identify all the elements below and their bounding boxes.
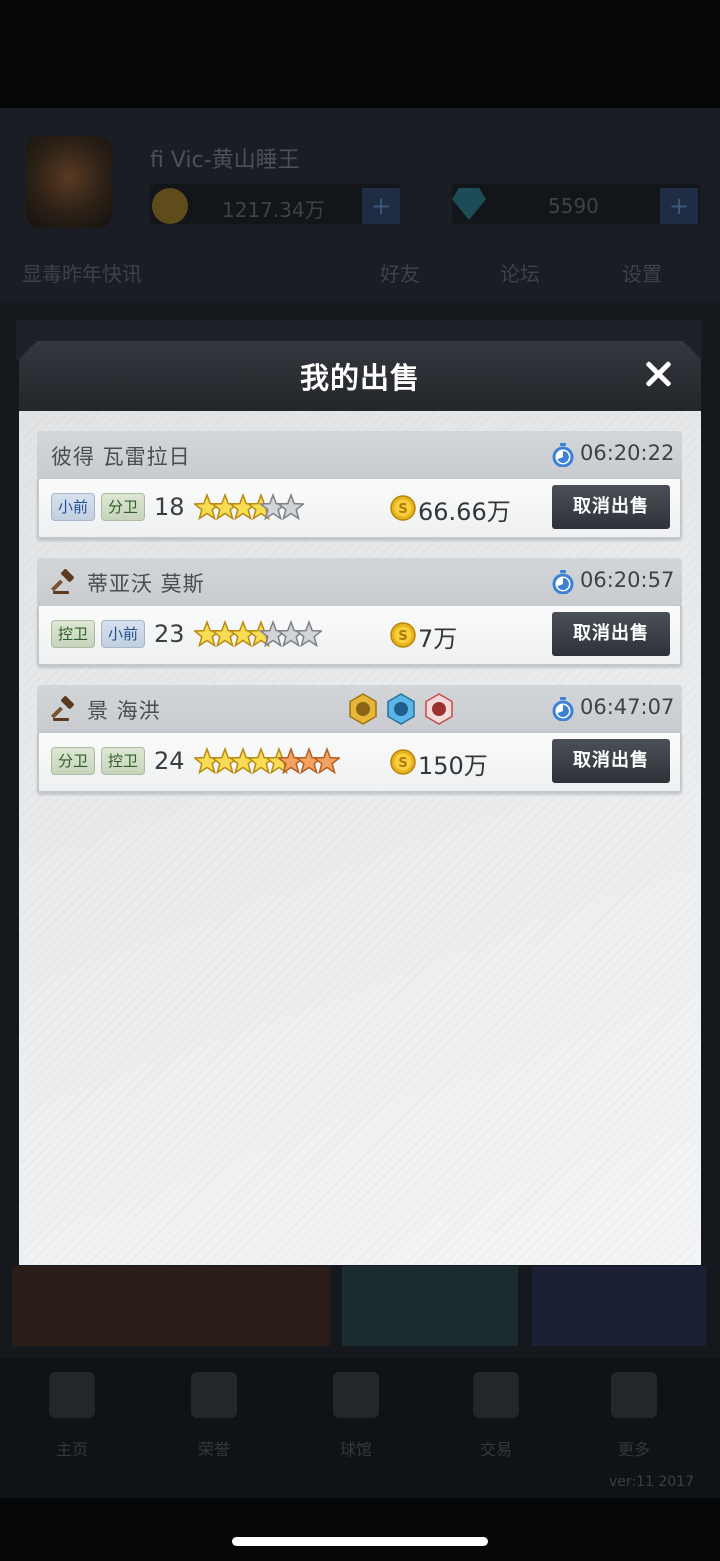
- cancel-sale-button[interactable]: 取消出售: [552, 485, 670, 529]
- tab-home[interactable]: 主页: [42, 1372, 102, 1467]
- player-level: 24: [154, 747, 185, 775]
- version-label: ver:11 2017: [608, 1474, 694, 1490]
- remaining-time: 06:20:57: [580, 568, 675, 592]
- star-rating: [192, 618, 324, 652]
- listing-details: 控卫 小前 23 S 7万 取消出售: [37, 604, 682, 666]
- dialog-header: 我的出售: [19, 341, 701, 411]
- close-icon[interactable]: [641, 357, 675, 391]
- sale-listing: 彼得 瓦雷拉日 06:20:22 小前 分卫 18 S 66.66万 取消出售: [37, 431, 682, 541]
- more-tab-icon: [611, 1372, 657, 1418]
- banner-thumbnail[interactable]: [342, 1266, 518, 1346]
- banner-thumbnail[interactable]: [12, 1266, 330, 1346]
- coin-icon: S: [390, 749, 416, 775]
- silver-star: [294, 619, 324, 648]
- position-badge: 控卫: [51, 620, 95, 648]
- avatar: [26, 136, 112, 228]
- listing-header: 景 海洪 06:47:07: [37, 685, 682, 733]
- auction-gavel-icon: [51, 696, 77, 722]
- gold-hex-skill-badge-icon[interactable]: [347, 693, 379, 725]
- friends-link[interactable]: 好友: [380, 258, 420, 287]
- auction-gavel-icon: [51, 569, 77, 595]
- red-hex-skill-badge-icon[interactable]: [423, 693, 455, 725]
- timer-icon: [552, 697, 574, 722]
- player-name: 彼得 瓦雷拉日: [51, 445, 191, 469]
- remaining-time: 06:20:22: [580, 441, 675, 465]
- listing-header: 蒂亚沃 莫斯 06:20:57: [37, 558, 682, 606]
- player-level: 18: [154, 493, 185, 521]
- listing-details: 小前 分卫 18 S 66.66万 取消出售: [37, 477, 682, 539]
- coin-balance: 1217.34万: [222, 198, 325, 222]
- cancel-sale-button[interactable]: 取消出售: [552, 739, 670, 783]
- listing-details: 分卫 控卫 24 S 150万 取消出售: [37, 731, 682, 793]
- cancel-sale-button[interactable]: 取消出售: [552, 612, 670, 656]
- sale-listing: 蒂亚沃 莫斯 06:20:57 控卫 小前 23 S 7万 取消出售: [37, 558, 682, 668]
- settings-link[interactable]: 设置: [622, 258, 662, 287]
- coin-icon: [152, 188, 188, 224]
- tab-arena[interactable]: 球馆: [326, 1372, 386, 1467]
- trade-tab-icon: [473, 1372, 519, 1418]
- trophy-tab-icon: [191, 1372, 237, 1418]
- sale-listing: 景 海洪 06:47:07 分卫 控卫 24 S 150万 取消出售: [37, 685, 682, 795]
- player-name: 蒂亚沃 莫斯: [87, 572, 205, 596]
- player-level: 23: [154, 620, 185, 648]
- tab-honor[interactable]: 荣誉: [184, 1372, 244, 1467]
- my-sales-dialog: 我的出售 彼得 瓦雷拉日 06:20:22 小前 分卫 18 S 66.66万 取消出售 蒂亚沃…: [19, 341, 701, 1265]
- coin-icon: S: [390, 622, 416, 648]
- add-diamonds-button[interactable]: +: [660, 188, 698, 224]
- profile-header: fi Vic-黄山睡王 1217.34万 + 5590 + 显毒昨年快讯 好友 …: [0, 108, 720, 303]
- listings-panel: 彼得 瓦雷拉日 06:20:22 小前 分卫 18 S 66.66万 取消出售 蒂亚沃 莫斯 06…: [19, 411, 701, 1265]
- username: fi Vic-黄山睡王: [150, 148, 300, 173]
- arena-tab-icon: [333, 1372, 379, 1418]
- svg-text:S: S: [398, 629, 407, 644]
- add-coins-button[interactable]: +: [362, 188, 400, 224]
- sale-price: 150万: [418, 752, 488, 780]
- home-tab-icon: [49, 1372, 95, 1418]
- blue-hex-skill-badge-icon[interactable]: [385, 693, 417, 725]
- remaining-time: 06:47:07: [580, 695, 675, 719]
- sale-price: 7万: [418, 625, 458, 653]
- banner-thumbnail[interactable]: [532, 1266, 706, 1346]
- tab-trade[interactable]: 交易: [466, 1372, 526, 1467]
- svg-text:S: S: [398, 502, 407, 517]
- position-badge: 分卫: [101, 493, 145, 521]
- timer-icon: [552, 570, 574, 595]
- svg-text:S: S: [398, 756, 407, 771]
- sale-price: 66.66万: [418, 498, 511, 526]
- star-rating: [192, 491, 306, 525]
- position-badge: 控卫: [101, 747, 145, 775]
- forum-link[interactable]: 论坛: [500, 258, 540, 287]
- star-rating: [192, 745, 342, 779]
- position-badge: 小前: [51, 493, 95, 521]
- coin-icon: S: [390, 495, 416, 521]
- tab-more[interactable]: 更多: [604, 1372, 664, 1467]
- timer-icon: [552, 443, 574, 468]
- bronze-star: [312, 746, 342, 775]
- silver-star: [276, 492, 306, 521]
- position-badge: 小前: [101, 620, 145, 648]
- news-link[interactable]: 显毒昨年快讯: [22, 258, 142, 287]
- diamond-balance: 5590: [548, 194, 599, 218]
- listing-header: 彼得 瓦雷拉日 06:20:22: [37, 431, 682, 479]
- player-name: 景 海洪: [87, 699, 161, 723]
- home-indicator: [232, 1537, 488, 1546]
- dialog-title: 我的出售: [299, 361, 420, 395]
- position-badge: 分卫: [51, 747, 95, 775]
